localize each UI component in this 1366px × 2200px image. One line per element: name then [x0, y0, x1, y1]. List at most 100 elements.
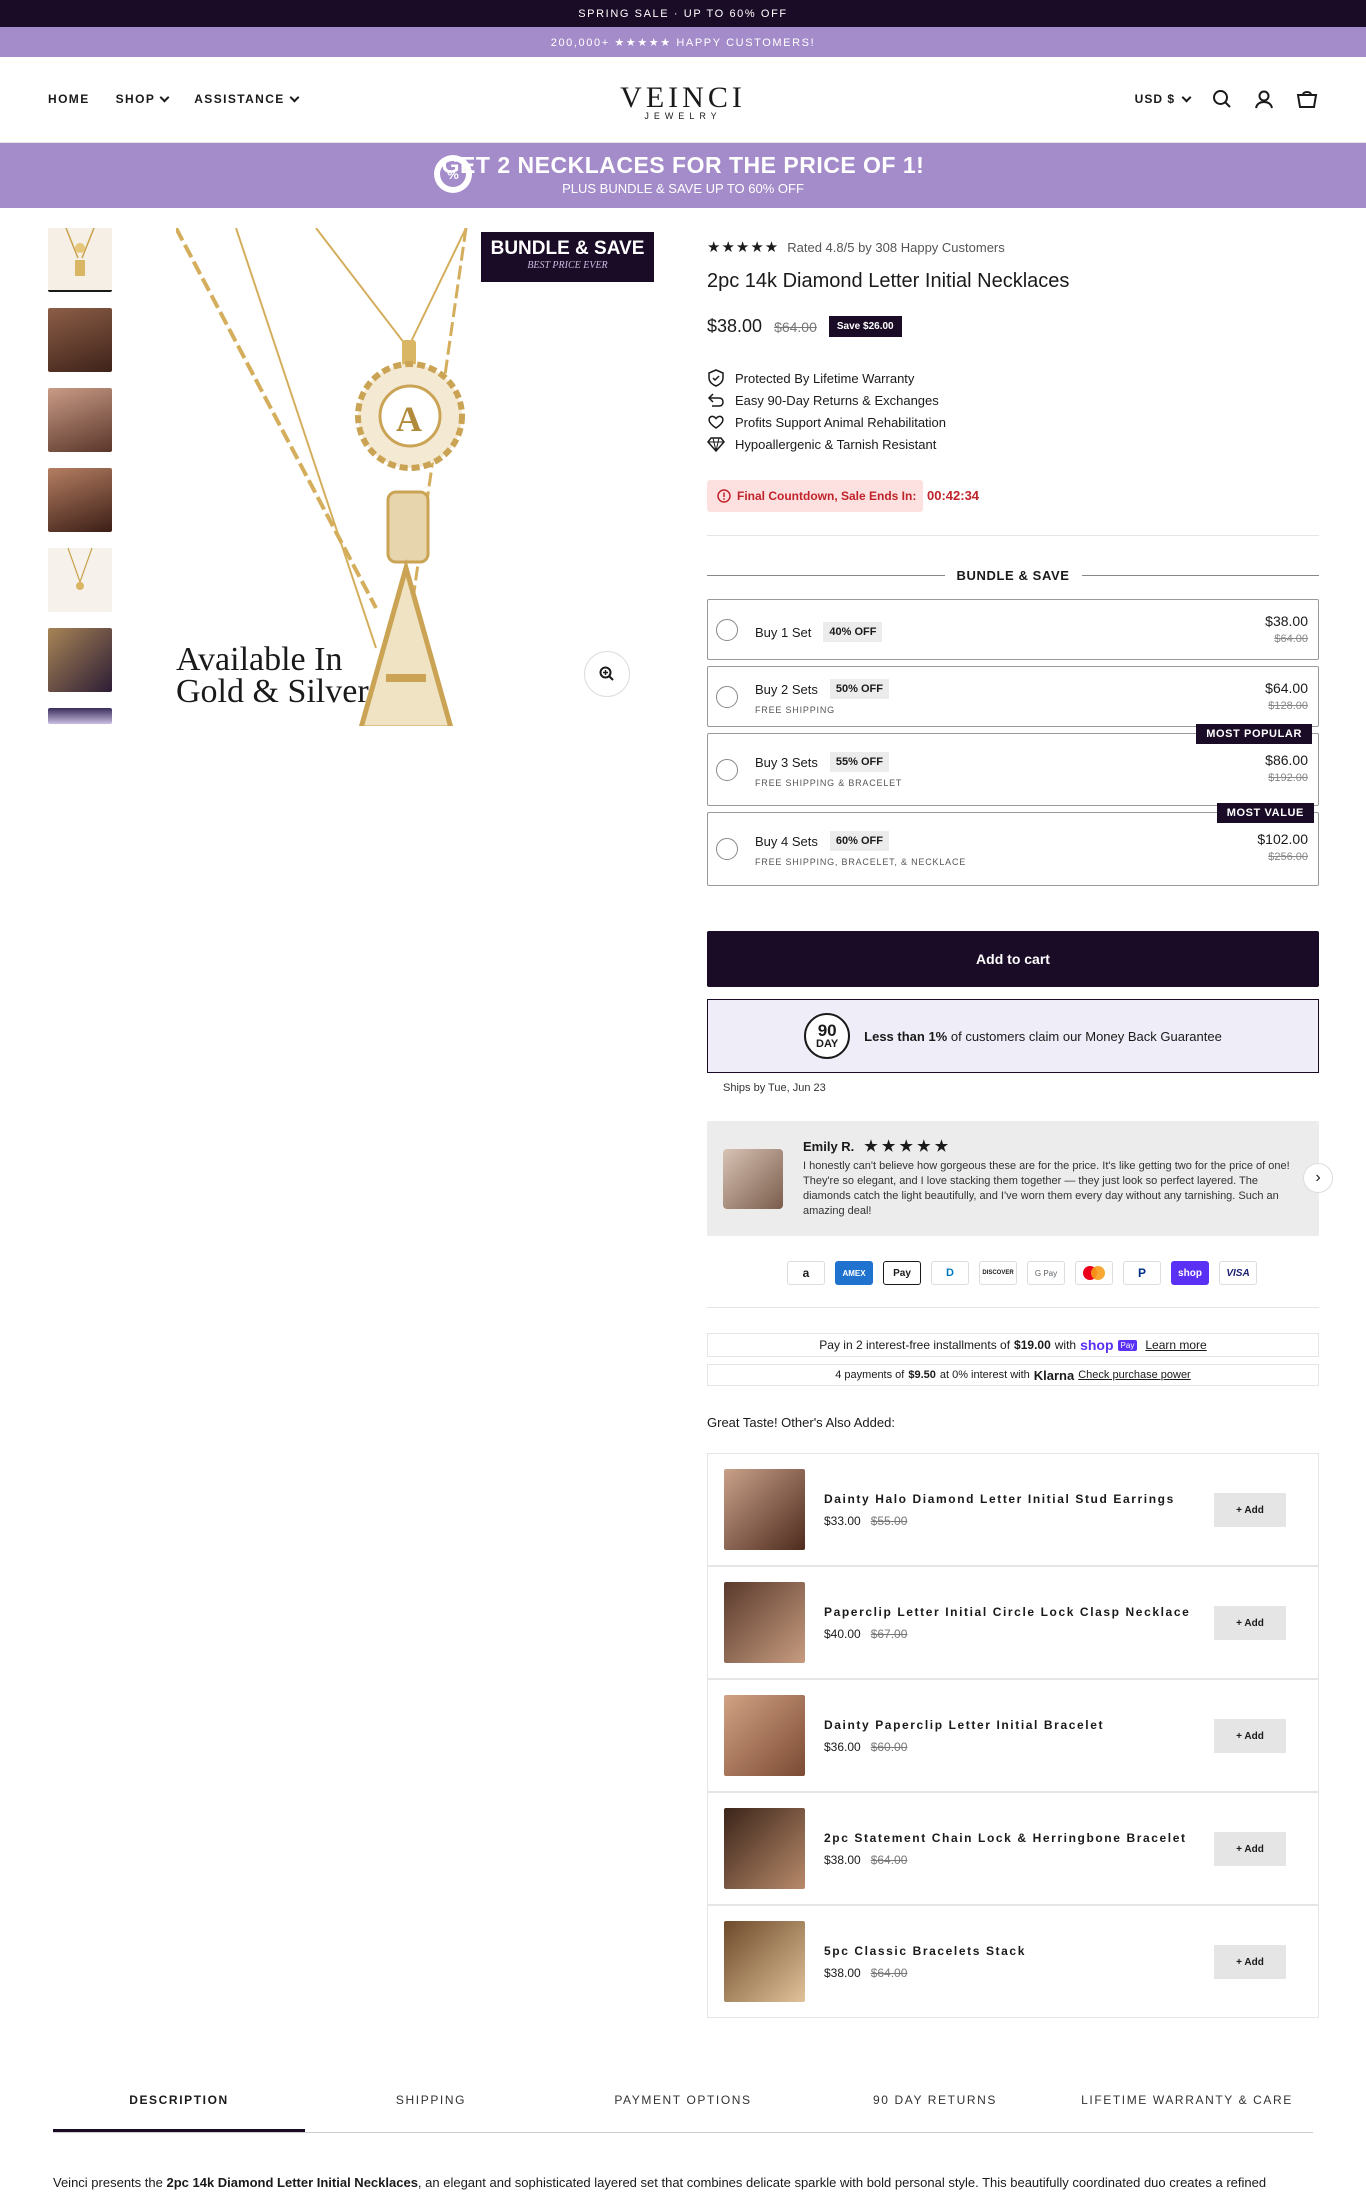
- upsell-image[interactable]: [724, 1582, 805, 1663]
- upsell-prices: $38.00 $64.00: [824, 1966, 907, 1980]
- check-purchase-power-link[interactable]: Check purchase power: [1078, 1369, 1191, 1381]
- feature-label: Easy 90-Day Returns & Exchanges: [735, 392, 939, 408]
- ship-date: Ships by Tue, Jun 23: [723, 1082, 826, 1094]
- rating-row[interactable]: ★★★★★ Rated 4.8/5 by 308 Happy Customers: [707, 238, 1319, 256]
- mastercard-icon: [1075, 1261, 1113, 1285]
- upsell-item: 5pc Classic Bracelets Stack $38.00 $64.00…: [707, 1905, 1319, 2018]
- shield-check-icon: [708, 369, 724, 387]
- countdown-timer: 00:42:34: [927, 488, 980, 503]
- tab-shipping[interactable]: SHIPPING: [305, 2080, 557, 2132]
- bundle-heading: BUNDLE & SAVE: [707, 568, 1320, 583]
- klarna-text: 4 payments of: [835, 1369, 905, 1381]
- upsell-compare: $64.00: [870, 1966, 908, 1980]
- gallery-thumb[interactable]: [48, 468, 112, 532]
- bundle-option-1[interactable]: Buy 1 Set 40% OFF $38.00 $64.00: [707, 599, 1319, 660]
- zoom-icon: [599, 666, 614, 681]
- chevron-right-icon: ›: [1315, 1169, 1321, 1186]
- upsell-item: 2pc Statement Chain Lock & Herringbone B…: [707, 1792, 1319, 1905]
- option-label: Buy 3 Sets: [755, 754, 818, 770]
- review-next-button[interactable]: ›: [1303, 1163, 1333, 1193]
- upsell-image[interactable]: [724, 1469, 805, 1550]
- currency-selector[interactable]: USD $: [1134, 92, 1192, 106]
- currency-label: USD $: [1134, 92, 1175, 106]
- upsell-image[interactable]: [724, 1921, 805, 2002]
- announcement-bar: SPRING SALE · UP TO 60% OFF: [0, 0, 1366, 27]
- upsell-name[interactable]: Paperclip Letter Initial Circle Lock Cla…: [824, 1605, 1190, 1619]
- option-perks: FREE SHIPPING, BRACELET, & NECKLACE: [755, 857, 967, 867]
- tab-90-day-returns[interactable]: 90 DAY RETURNS: [809, 2080, 1061, 2132]
- search-icon[interactable]: [1212, 89, 1232, 109]
- upsell-name[interactable]: Dainty Paperclip Letter Initial Bracelet: [824, 1718, 1104, 1732]
- upsell-name[interactable]: 2pc Statement Chain Lock & Herringbone B…: [824, 1831, 1187, 1845]
- upsell-image[interactable]: [724, 1808, 805, 1889]
- bundle-option-4[interactable]: MOST VALUE Buy 4 Sets 60% OFF FREE SHIPPI…: [707, 803, 1319, 886]
- gallery-thumb[interactable]: [48, 708, 112, 724]
- radio-button[interactable]: [716, 619, 738, 641]
- amazon-pay-icon: a: [787, 1261, 825, 1285]
- reviewer: Emily R. ★ ★ ★ ★ ★: [803, 1137, 948, 1155]
- rating-stars: ★★★★★: [707, 239, 780, 256]
- bundle-option-3[interactable]: MOST POPULAR Buy 3 Sets 55% OFF FREE SHIP…: [707, 724, 1319, 806]
- sale-price: $38.00: [707, 316, 763, 336]
- option-price: $38.00: [1265, 613, 1308, 629]
- diamond-icon: [707, 437, 725, 453]
- option-prices: $64.00 $128.00: [1265, 680, 1308, 712]
- learn-more-link[interactable]: Learn more: [1145, 1338, 1206, 1352]
- most-popular-tag: MOST POPULAR: [1196, 724, 1312, 744]
- upsell-prices: $36.00 $60.00: [824, 1740, 907, 1754]
- add-upsell-button[interactable]: + Add: [1214, 1719, 1286, 1753]
- upsell-item: Dainty Halo Diamond Letter Initial Stud …: [707, 1453, 1319, 1566]
- gallery-thumb[interactable]: [48, 228, 112, 292]
- tab-payment-options[interactable]: PAYMENT OPTIONS: [557, 2080, 809, 2132]
- tab-description[interactable]: DESCRIPTION: [53, 2080, 305, 2132]
- gallery-thumb[interactable]: [48, 628, 112, 692]
- option-perks: FREE SHIPPING: [755, 705, 835, 715]
- price-row: $38.00 $64.00 Save $26.00: [707, 316, 1319, 337]
- reviewer-name: Emily R.: [803, 1138, 855, 1154]
- upsell-name[interactable]: 5pc Classic Bracelets Stack: [824, 1944, 1026, 1958]
- option-compare: $256.00: [1268, 851, 1308, 863]
- upsell-name[interactable]: Dainty Halo Diamond Letter Initial Stud …: [824, 1492, 1175, 1506]
- radio-button[interactable]: [716, 686, 738, 708]
- announcement-text: SPRING SALE · UP TO 60% OFF: [578, 7, 788, 20]
- feature-label: Protected By Lifetime Warranty: [735, 370, 915, 386]
- upsell-price: $38.00: [824, 1966, 861, 1980]
- bundle-option-2[interactable]: Buy 2 Sets 50% OFF FREE SHIPPING $64.00 $1…: [707, 666, 1319, 727]
- add-to-cart-button[interactable]: Add to cart: [707, 931, 1319, 987]
- gallery-thumb[interactable]: [48, 548, 112, 612]
- option-prices: $86.00 $192.00: [1265, 752, 1308, 784]
- upsell-compare: $55.00: [870, 1514, 908, 1528]
- cart-icon[interactable]: [1296, 89, 1318, 109]
- feature-hypoallergenic: Hypoallergenic & Tarnish Resistant: [707, 435, 936, 453]
- guarantee-bold: Less than 1%: [864, 1028, 948, 1044]
- add-upsell-button[interactable]: + Add: [1214, 1832, 1286, 1866]
- divider: [707, 535, 1319, 536]
- add-upsell-button[interactable]: + Add: [1214, 1493, 1286, 1527]
- gallery-thumb[interactable]: [48, 388, 112, 452]
- also-added-heading: Great Taste! Other's Also Added:: [707, 1415, 895, 1430]
- tab-lifetime-warranty[interactable]: LIFETIME WARRANTY & CARE: [1061, 2080, 1313, 2132]
- account-icon[interactable]: [1254, 89, 1274, 109]
- upsell-compare: $67.00: [870, 1627, 908, 1641]
- promo-banner[interactable]: % GET 2 NECKLACES FOR THE PRICE OF 1! PL…: [0, 143, 1366, 208]
- add-upsell-button[interactable]: + Add: [1214, 1606, 1286, 1640]
- upsell-compare: $64.00: [870, 1853, 908, 1867]
- option-label: Buy 2 Sets: [755, 681, 818, 697]
- upsell-image[interactable]: [724, 1695, 805, 1776]
- gallery-thumb[interactable]: [48, 308, 112, 372]
- guarantee-text: Less than 1% of customers claim our Mone…: [864, 1029, 1222, 1044]
- customers-bar: 200,000+ ★★★★★ HAPPY CUSTOMERS!: [0, 27, 1366, 57]
- 90-day-seal-icon: 90 DAY: [804, 1013, 851, 1059]
- seal-unit: DAY: [816, 1038, 839, 1050]
- shop-pay-logo: shop: [1080, 1337, 1114, 1353]
- zoom-button[interactable]: [584, 651, 630, 697]
- radio-button[interactable]: [716, 838, 738, 860]
- google-pay-icon: G Pay: [1027, 1261, 1065, 1285]
- radio-button[interactable]: [716, 759, 738, 781]
- product-title: 2pc 14k Diamond Letter Initial Necklaces: [707, 270, 1070, 292]
- option-discount: 55% OFF: [829, 752, 889, 772]
- option-discount: 60% OFF: [829, 831, 889, 851]
- add-upsell-button[interactable]: + Add: [1214, 1945, 1286, 1979]
- feature-charity: Profits Support Animal Rehabilitation: [707, 413, 946, 431]
- product-main-image[interactable]: BUNDLE & SAVE BEST PRICE EVER Available …: [174, 227, 656, 731]
